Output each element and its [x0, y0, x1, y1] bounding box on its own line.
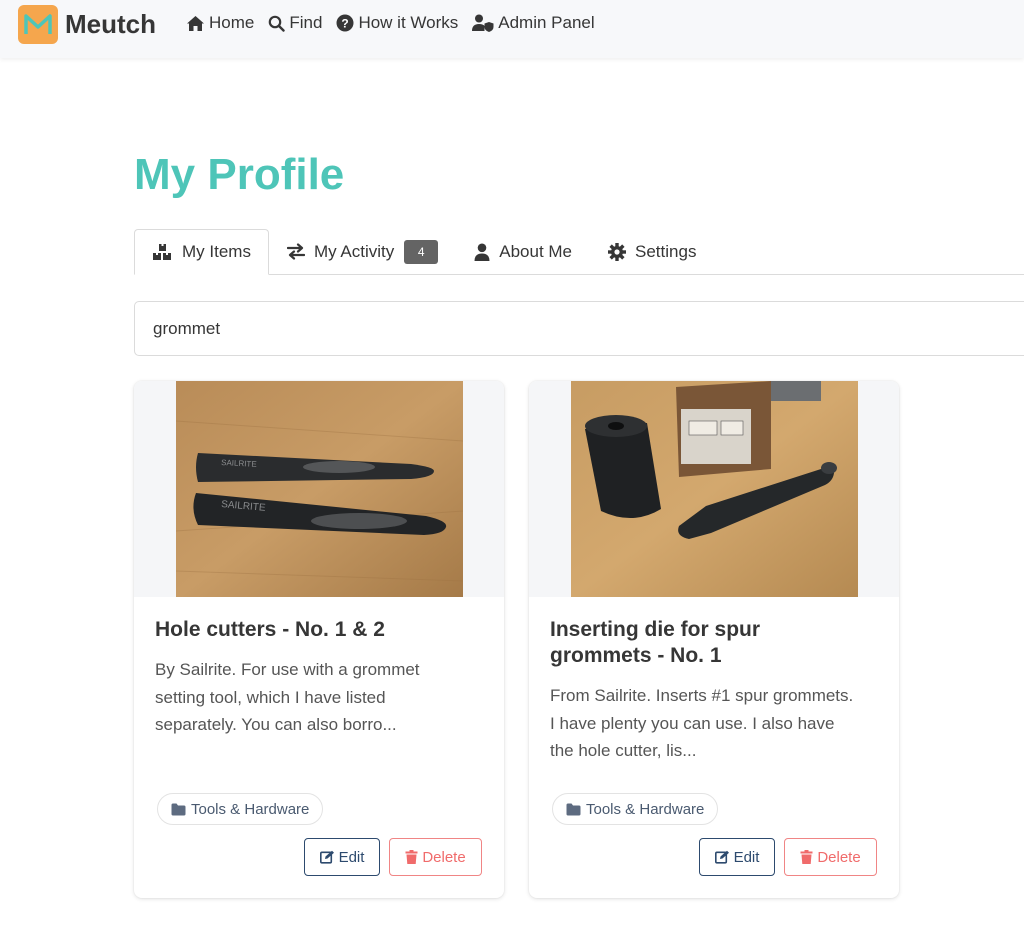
nav-find-label: Find: [289, 13, 323, 32]
item-photo-inserting-die[interactable]: [570, 381, 858, 597]
edit-button-label: Edit: [733, 848, 760, 866]
category-tag[interactable]: Tools & Hardware: [552, 793, 719, 825]
item-description-line: separately. You can also borro...: [155, 715, 397, 734]
item-card[interactable]: Inserting die for spur grommets - No. 1 …: [529, 381, 899, 898]
edit-button[interactable]: Edit: [699, 838, 775, 876]
item-description: From Sailrite. Inserts #1 spur grommets.…: [550, 682, 890, 765]
trash-icon: [405, 850, 418, 864]
tab-about-me-label: About Me: [499, 241, 573, 261]
item-title[interactable]: Hole cutters - No. 1 & 2: [155, 617, 485, 643]
delete-button-label: Delete: [422, 848, 466, 866]
search-icon: [269, 15, 286, 32]
delete-button[interactable]: Delete: [389, 838, 482, 876]
nav-admin-panel-label: Admin Panel: [498, 13, 595, 32]
delete-button-label: Delete: [817, 848, 861, 866]
item-description-line: the hole cutter, lis...: [550, 741, 697, 760]
home-icon: [187, 15, 204, 31]
item-description-line: By Sailrite. For use with a grommet: [155, 660, 420, 679]
delete-button[interactable]: Delete: [784, 838, 877, 876]
item-description-line: From Sailrite. Inserts #1 spur grommets.: [550, 686, 854, 705]
folder-icon: [566, 803, 581, 815]
nav-home-label: Home: [209, 13, 255, 32]
nav-how-it-works-label: How it Works: [358, 13, 459, 32]
folder-icon: [171, 803, 186, 815]
item-description: By Sailrite. For use with a grommet sett…: [155, 656, 455, 739]
item-description-line: I have plenty you can use. I also have: [550, 713, 835, 733]
svg-text:?: ?: [342, 17, 349, 31]
edit-icon: [319, 850, 334, 864]
user-icon: [474, 243, 490, 261]
tab-my-items-label: My Items: [182, 242, 251, 261]
category-tag-label: Tools & Hardware: [191, 800, 310, 818]
tab-settings-label: Settings: [635, 241, 697, 261]
tab-my-activity[interactable]: My Activity 4: [269, 229, 456, 274]
item-photo-hole-cutters[interactable]: SAILRITE SAILRITE: [175, 381, 463, 597]
tab-my-items[interactable]: My Items: [134, 229, 269, 275]
logo-m-icon: [24, 13, 52, 34]
exchange-icon: [286, 243, 305, 260]
edit-button-label: Edit: [338, 848, 365, 866]
category-tag-label: Tools & Hardware: [586, 800, 705, 818]
user-shield-icon: [472, 14, 494, 32]
item-description-line: setting tool, which I have listed: [155, 687, 386, 707]
tab-my-activity-label: My Activity: [313, 241, 395, 261]
trash-icon: [800, 850, 813, 864]
brand-name[interactable]: Meutch: [65, 9, 156, 40]
nav-how-it-works[interactable]: ? How it Works: [336, 13, 458, 33]
logo[interactable]: [18, 5, 58, 44]
gear-icon: [608, 242, 627, 261]
item-image-frame: [529, 381, 899, 597]
nav-find[interactable]: Find: [268, 13, 322, 33]
page-title: My Profile: [134, 150, 345, 199]
tab-about-me[interactable]: About Me: [456, 229, 590, 274]
svg-text:SAILRITE: SAILRITE: [220, 458, 256, 469]
question-circle-icon: ?: [336, 14, 354, 32]
item-title-line: Inserting die for spur: [550, 618, 761, 641]
item-image-frame: SAILRITE SAILRITE: [134, 381, 504, 597]
category-tag[interactable]: Tools & Hardware: [157, 793, 324, 825]
nav-home[interactable]: Home: [186, 13, 254, 33]
item-card[interactable]: SAILRITE SAILRITE Hole cutters - No. 1 &…: [134, 381, 504, 898]
edit-button[interactable]: Edit: [304, 838, 380, 876]
navbar: Meutch Home Find ? How it Works Admin Pa…: [0, 0, 1024, 58]
edit-icon: [714, 850, 729, 864]
profile-tabs: My Items My Activity 4 About Me Settings: [134, 229, 1024, 275]
tab-settings[interactable]: Settings: [590, 229, 714, 274]
nav-admin-panel[interactable]: Admin Panel: [472, 13, 595, 33]
item-title[interactable]: Inserting die for spur grommets - No. 1: [550, 617, 880, 669]
item-title-line: grommets - No. 1: [550, 644, 722, 667]
items-icon: [153, 244, 171, 260]
activity-count-badge: 4: [404, 239, 439, 264]
item-search-input[interactable]: [134, 301, 1024, 356]
